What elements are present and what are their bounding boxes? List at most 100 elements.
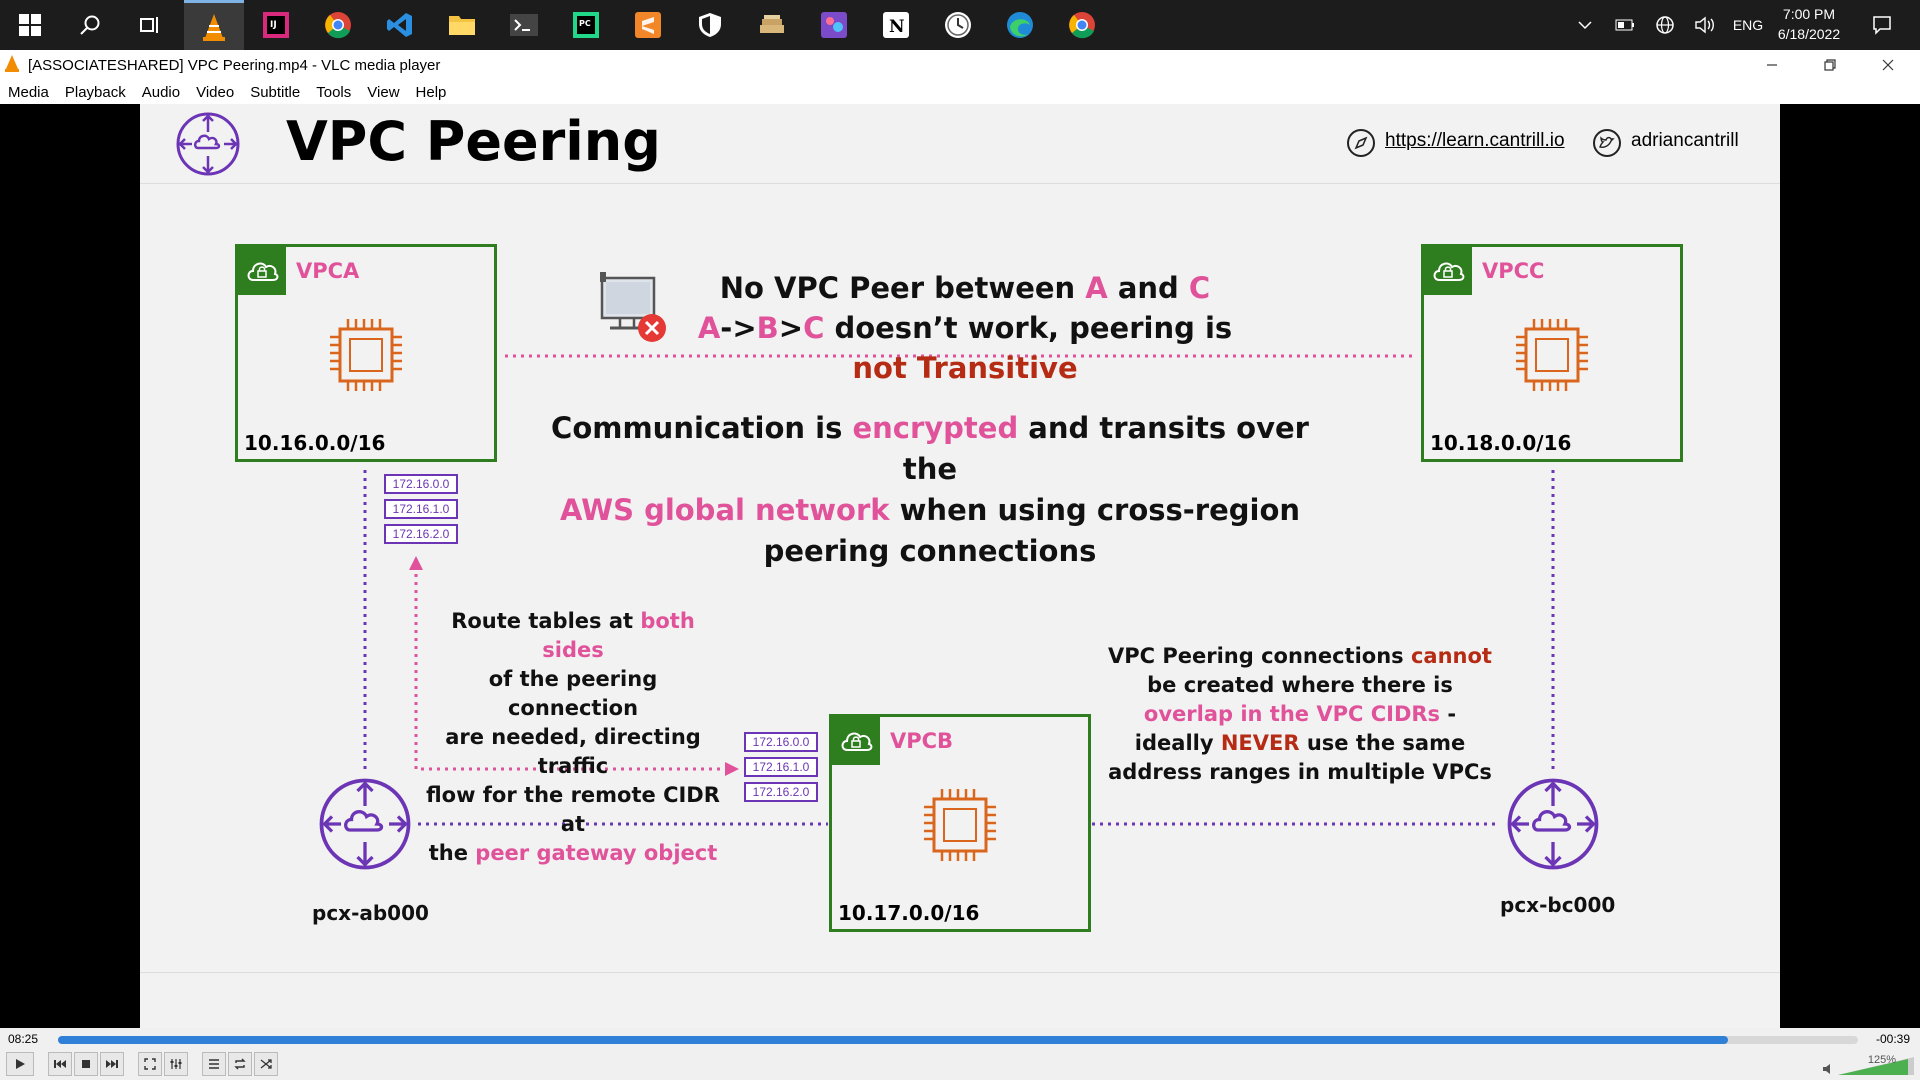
- enc-encrypted: encrypted: [852, 411, 1019, 445]
- route-note-l1a: Route tables at: [451, 609, 641, 633]
- no-peer-line1: No VPC Peer between: [719, 271, 1086, 305]
- route-entry: 172.16.0.0: [744, 732, 818, 752]
- shield-icon[interactable]: [680, 0, 740, 50]
- vpc-a-box: VPCA 10.16.0.0/16: [235, 244, 497, 462]
- menu-video[interactable]: Video: [188, 84, 242, 101]
- pcx-bc-label: pcx-bc000: [1500, 893, 1616, 917]
- sublime-icon[interactable]: [618, 0, 678, 50]
- volume-speaker-icon[interactable]: [1822, 1060, 1836, 1079]
- clock-time: 7:00 PM: [1782, 6, 1836, 22]
- peering-gateway-ab-icon: [317, 776, 413, 876]
- close-button[interactable]: [1864, 50, 1912, 80]
- speaker-icon[interactable]: [1690, 0, 1720, 50]
- route-note-l4: flow for the remote CIDR at: [426, 783, 720, 836]
- books-icon[interactable]: [742, 0, 802, 50]
- globe-network-icon[interactable]: [1650, 0, 1680, 50]
- fullscreen-button[interactable]: [138, 1052, 162, 1076]
- extended-settings-button[interactable]: [164, 1052, 188, 1076]
- restore-button[interactable]: [1806, 50, 1854, 80]
- vpc-b-box: VPCB 10.17.0.0/16: [829, 714, 1091, 932]
- vpc-a-cidr: 10.16.0.0/16: [244, 431, 386, 455]
- menu-subtitle[interactable]: Subtitle: [242, 84, 308, 101]
- battery-icon[interactable]: [1610, 0, 1640, 50]
- vpc-b-name: VPCB: [890, 729, 954, 753]
- enc-line2-b: when using cross-region: [889, 493, 1301, 527]
- vpc-cloud-lock-icon: [1424, 247, 1472, 295]
- file-explorer-icon[interactable]: [432, 0, 492, 50]
- search-icon[interactable]: [60, 0, 120, 50]
- no-peer-text: No VPC Peer between A and C A->B>C doesn…: [685, 268, 1245, 388]
- play-button[interactable]: [6, 1052, 34, 1076]
- route-table-a: 172.16.0.0 172.16.1.0 172.16.2.0: [384, 474, 458, 549]
- taskbar-clock[interactable]: 7:00 PM 6/18/2022: [1764, 4, 1854, 44]
- ec2-chip-icon: [922, 787, 998, 867]
- edge-icon[interactable]: [990, 0, 1050, 50]
- transit-text: doesn’t work, peering is: [824, 311, 1233, 345]
- menu-audio[interactable]: Audio: [134, 84, 188, 101]
- vscode-icon[interactable]: [370, 0, 430, 50]
- previous-button[interactable]: [48, 1052, 72, 1076]
- windows-start-icon[interactable]: [0, 0, 60, 50]
- intellij-icon[interactable]: IJ: [246, 0, 306, 50]
- notification-icon[interactable]: [1862, 0, 1902, 50]
- chevron-up-icon[interactable]: [1570, 0, 1600, 50]
- overlap-note-text: VPC Peering connections cannot be create…: [1100, 642, 1500, 787]
- overlap-l2: be created where there is: [1147, 673, 1453, 697]
- vpc-c-cidr: 10.18.0.0/16: [1430, 431, 1572, 455]
- loop-button[interactable]: [228, 1052, 252, 1076]
- encryption-text: Communication is encrypted and transits …: [550, 408, 1310, 572]
- ec2-chip-icon: [328, 317, 404, 397]
- not-transitive: not Transitive: [852, 351, 1078, 385]
- route-entry: 172.16.2.0: [384, 524, 458, 544]
- svg-text:PC: PC: [579, 19, 591, 28]
- broken-connection-icon: [598, 270, 674, 350]
- menu-playback[interactable]: Playback: [57, 84, 134, 101]
- terminal-icon[interactable]: [494, 0, 554, 50]
- window-title: [ASSOCIATESHARED] VPC Peering.mp4 - VLC …: [28, 56, 441, 74]
- vpc-cloud-lock-icon: [238, 247, 286, 295]
- menu-view[interactable]: View: [359, 84, 407, 101]
- next-button[interactable]: [100, 1052, 124, 1076]
- route-entry: 172.16.0.0: [384, 474, 458, 494]
- task-view-icon[interactable]: [120, 0, 180, 50]
- overlap-cidrs: overlap in the VPC CIDRs: [1143, 702, 1441, 726]
- playlist-button[interactable]: [202, 1052, 226, 1076]
- enc-aws-global: AWS global network: [559, 493, 890, 527]
- clock-app-icon[interactable]: [928, 0, 988, 50]
- no-peer-and: and: [1107, 271, 1189, 305]
- slide-frame: VPC Peering https://learn.cantrill.io ad…: [140, 104, 1780, 1028]
- chrome-alt-icon[interactable]: [1052, 0, 1112, 50]
- no-peer-a: A: [1085, 271, 1108, 305]
- notion-icon[interactable]: N: [866, 0, 926, 50]
- route-note-l2: of the peering connection: [488, 667, 658, 720]
- route-arrow-up-icon: [409, 556, 423, 570]
- route-arrow-right-icon: [725, 762, 739, 776]
- menu-tools[interactable]: Tools: [308, 84, 359, 101]
- vlc-icon[interactable]: [184, 0, 244, 50]
- no-peer-c: C: [1188, 271, 1211, 305]
- seek-progress: [58, 1036, 1729, 1044]
- minimize-button[interactable]: [1748, 50, 1796, 80]
- vlc-controls: 08:25 -00:39 125%: [0, 1028, 1920, 1080]
- video-area[interactable]: VPC Peering https://learn.cantrill.io ad…: [0, 104, 1920, 1028]
- overlap-l3b: -: [1440, 702, 1457, 726]
- transit-b: B: [756, 311, 779, 345]
- pycharm-icon[interactable]: PC: [556, 0, 616, 50]
- clock-date: 6/18/2022: [1777, 26, 1841, 42]
- chrome-icon[interactable]: [308, 0, 368, 50]
- tray-language[interactable]: ENG: [1728, 0, 1768, 50]
- route-table-b: 172.16.0.0 172.16.1.0 172.16.2.0: [744, 732, 818, 807]
- overlap-l5: address ranges in multiple VPCs: [1108, 760, 1492, 784]
- photo-app-icon[interactable]: [804, 0, 864, 50]
- enc-line3: peering connections: [763, 534, 1097, 568]
- ec2-chip-icon: [1514, 317, 1590, 397]
- menu-help[interactable]: Help: [408, 84, 455, 101]
- peering-gateway-bc-icon: [1505, 776, 1601, 876]
- stop-button[interactable]: [74, 1052, 98, 1076]
- svg-text:IJ: IJ: [270, 20, 277, 30]
- elapsed-time: 08:25: [8, 1032, 39, 1046]
- seek-bar[interactable]: [58, 1036, 1858, 1044]
- windows-taskbar: IJ PC N ENG 7:00 PM 6/18/2022: [0, 0, 1920, 50]
- shuffle-button[interactable]: [254, 1052, 278, 1076]
- menu-media[interactable]: Media: [0, 84, 57, 101]
